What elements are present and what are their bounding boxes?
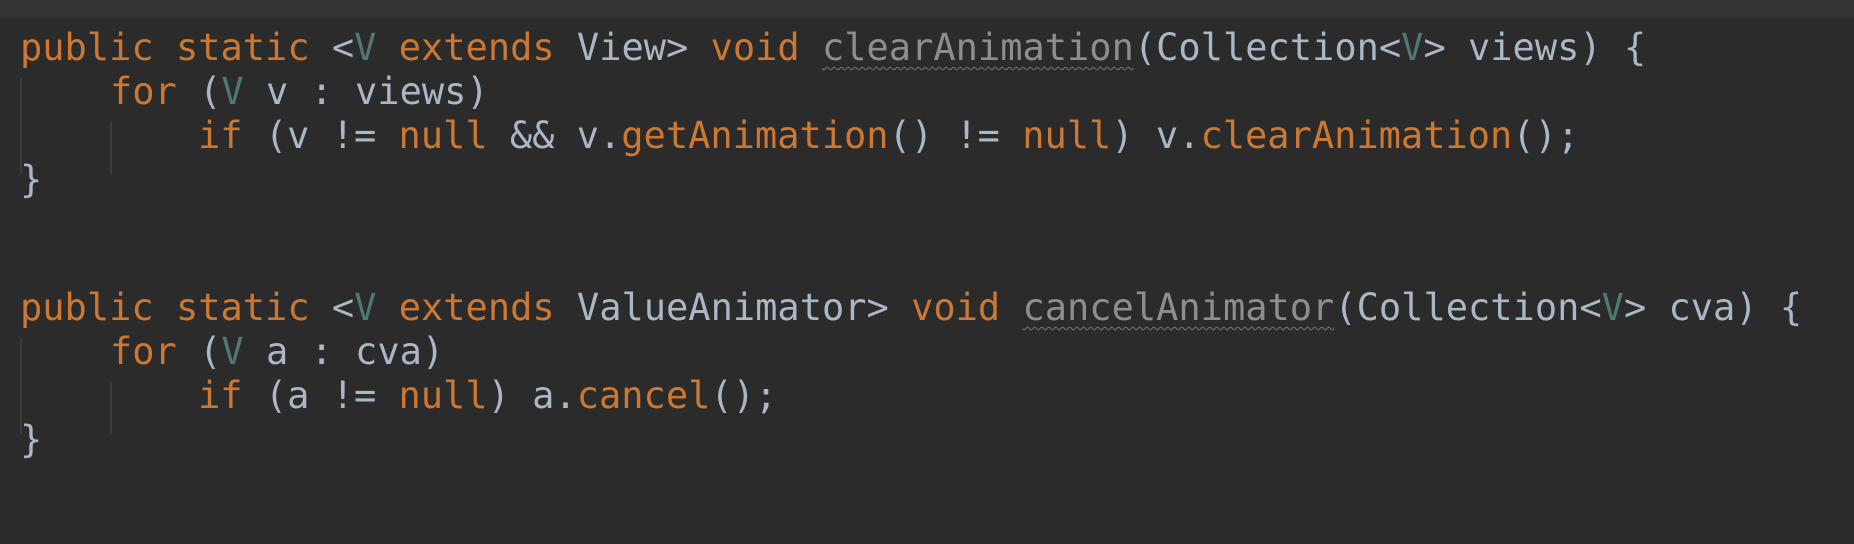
keyword-extends: extends (376, 286, 555, 329)
type-param: V (354, 286, 377, 329)
keyword-for: for (110, 330, 177, 373)
param-list-rest: > cva) { (1623, 286, 1803, 329)
param-list-rest: > views) { (1423, 26, 1647, 69)
type-param: V (221, 70, 244, 113)
loop-rest: v : views) (243, 70, 489, 113)
type-name: ValueAnimator> (554, 286, 889, 329)
paren-open: ( (176, 70, 222, 113)
keyword-public: public (20, 26, 154, 69)
method-call: clearAnimation (1200, 114, 1513, 157)
paren-open: ( (176, 330, 222, 373)
param-list: (Collection< (1133, 26, 1402, 69)
keyword-public: public (20, 286, 154, 329)
keyword-void: void (688, 26, 800, 69)
loop-rest: a : cva) (243, 330, 445, 373)
code-line-3[interactable]: if (v != null && v.getAnimation() != nul… (198, 110, 1579, 162)
method-call: getAnimation (621, 114, 889, 157)
type-param: V (1401, 26, 1424, 69)
type-param: V (354, 26, 377, 69)
condition: (v != (242, 114, 399, 157)
condition: (a != (242, 374, 399, 417)
close-cond: ) v. (1111, 114, 1201, 157)
code-editor[interactable]: public static <V extends View> void clea… (0, 0, 1854, 544)
not-equal: () != (888, 114, 1023, 157)
unused-method-name[interactable]: clearAnimation (822, 26, 1134, 69)
type-param: V (221, 330, 244, 373)
keyword-static: static (175, 286, 310, 329)
method-call: cancel (576, 374, 711, 417)
keyword-extends: extends (376, 26, 555, 69)
angle-open: < (309, 286, 355, 329)
statement-end: (); (710, 374, 778, 417)
indent-guide (110, 122, 112, 174)
closing-brace: } (20, 158, 43, 201)
keyword-void: void (888, 286, 1001, 329)
param-list: (Collection< (1334, 286, 1602, 329)
closing-brace: } (20, 418, 43, 461)
close-cond: ) a. (487, 374, 577, 417)
keyword-for: for (110, 70, 177, 113)
keyword-static: static (175, 26, 310, 69)
code-line-4[interactable]: } (20, 154, 42, 206)
code-line-8[interactable]: } (20, 414, 42, 466)
keyword-if: if (198, 374, 243, 417)
type-name: View> (554, 26, 689, 69)
type-param: V (1601, 286, 1624, 329)
angle-open: < (309, 26, 355, 69)
editor-top-strip (0, 0, 1854, 18)
code-line-7[interactable]: if (a != null) a.cancel(); (198, 370, 777, 422)
indent-guide (110, 382, 112, 434)
keyword-null: null (1022, 114, 1112, 157)
keyword-null: null (398, 374, 488, 417)
and-operator: && v. (487, 114, 622, 157)
keyword-if: if (198, 114, 243, 157)
statement-end: (); (1512, 114, 1580, 157)
keyword-null: null (398, 114, 488, 157)
unused-method-name[interactable]: cancelAnimator (1022, 286, 1334, 329)
